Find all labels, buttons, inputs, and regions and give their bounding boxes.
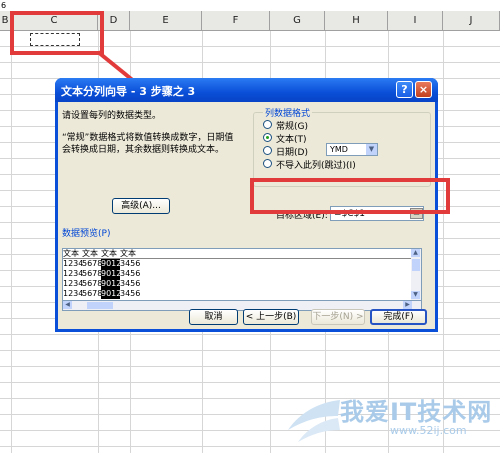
preview-header-cell[interactable]: 文本	[82, 249, 101, 258]
description-line-2: 会转换成日期，其余数据则转换成文本。	[62, 145, 225, 155]
preview-cell: 5678	[82, 259, 103, 268]
preview-row: 1234 5678 9012 3456	[63, 259, 411, 269]
radio-skip-label[interactable]: 不导入此列(跳过)(I)	[276, 158, 356, 171]
help-button[interactable]: ?	[396, 81, 413, 98]
preview-header-row: 文本 文本 文本 文本	[63, 249, 411, 259]
preview-cell: 1234	[63, 269, 84, 278]
preview-title: 数据预览(P)	[62, 229, 111, 239]
scroll-thumb[interactable]	[412, 259, 420, 271]
preview-cell: 5678	[82, 269, 103, 278]
preview-row: 1234 5678 9012 3456	[63, 289, 411, 299]
preview-cell-selected: 9012	[101, 289, 122, 299]
scroll-down-icon[interactable]: ▼	[411, 291, 420, 299]
preview-horizontal-scrollbar[interactable]: ◀ ▶	[62, 301, 422, 311]
preview-cell: 5678	[82, 289, 103, 298]
preview-row: 1234 5678 9012 3456	[63, 269, 411, 279]
back-button[interactable]: < 上一步(B)	[243, 309, 299, 325]
preview-cell: 3456	[120, 269, 141, 278]
close-button[interactable]: ×	[415, 81, 432, 98]
column-format-title: 列数据格式	[263, 106, 313, 119]
radio-text-label[interactable]: 文本(T)	[276, 132, 307, 145]
annotation-box-destination	[250, 178, 450, 214]
preview-row: 1234 5678 9012 3456	[63, 279, 411, 289]
date-format-value: YMD	[330, 145, 348, 154]
preview-cell-selected: 9012	[101, 279, 122, 289]
scroll-right-icon[interactable]: ▶	[403, 301, 412, 309]
preview-vertical-scrollbar[interactable]: ▲ ▼	[411, 249, 421, 300]
preview-cell: 1234	[63, 279, 84, 288]
watermark-url: www.52ij.com	[390, 424, 467, 437]
preview-cell-selected: 9012	[101, 259, 122, 269]
preview-header-cell[interactable]: 文本	[63, 249, 82, 258]
scroll-left-icon[interactable]: ◀	[63, 301, 72, 309]
date-format-select[interactable]: YMD ▼	[326, 143, 378, 156]
next-button[interactable]: 下一步(N) >	[311, 309, 365, 325]
annotation-box-cell	[10, 11, 104, 55]
radio-general-label[interactable]: 常规(G)	[276, 119, 308, 132]
preview-cell: 3456	[120, 289, 141, 298]
dialog-titlebar[interactable]: 文本分列向导 - 3 步骤之 3 ? ×	[55, 78, 438, 102]
data-preview[interactable]: 文本 文本 文本 文本 1234 5678 9012 3456 1234 567…	[62, 248, 422, 301]
scroll-up-icon[interactable]: ▲	[411, 249, 420, 257]
preview-cell: 1234	[63, 259, 84, 268]
preview-cell-selected: 9012	[101, 269, 122, 279]
dialog-title: 文本分列向导 - 3 步骤之 3	[61, 85, 196, 98]
radio-skip[interactable]	[263, 159, 272, 168]
advanced-button[interactable]: 高级(A)...	[112, 198, 170, 214]
preview-header-cell[interactable]: 文本	[101, 249, 120, 258]
preview-cell: 3456	[120, 259, 141, 268]
preview-cell: 5678	[82, 279, 103, 288]
preview-cell: 1234	[63, 289, 84, 298]
radio-date[interactable]	[263, 146, 272, 155]
radio-general[interactable]	[263, 120, 272, 129]
dialog-body: 请设置每列的数据类型。 “常规”数据格式将数值转换成数字，日期值 会转换成日期，…	[58, 102, 435, 329]
radio-date-label[interactable]: 日期(D)	[276, 145, 308, 158]
watermark-text: 我爱IT技术网	[340, 398, 493, 426]
cancel-button[interactable]: 取消	[189, 309, 238, 325]
chevron-down-icon[interactable]: ▼	[366, 144, 377, 155]
scroll-thumb[interactable]	[87, 302, 113, 309]
preview-header-cell[interactable]: 文本	[120, 249, 139, 258]
watermark: 我爱IT技术网 www.52ij.com	[280, 390, 500, 453]
prompt-text: 请设置每列的数据类型。	[62, 111, 162, 121]
radio-text[interactable]	[263, 133, 272, 142]
preview-cell: 3456	[120, 279, 141, 288]
finish-button[interactable]: 完成(F)	[370, 309, 427, 325]
